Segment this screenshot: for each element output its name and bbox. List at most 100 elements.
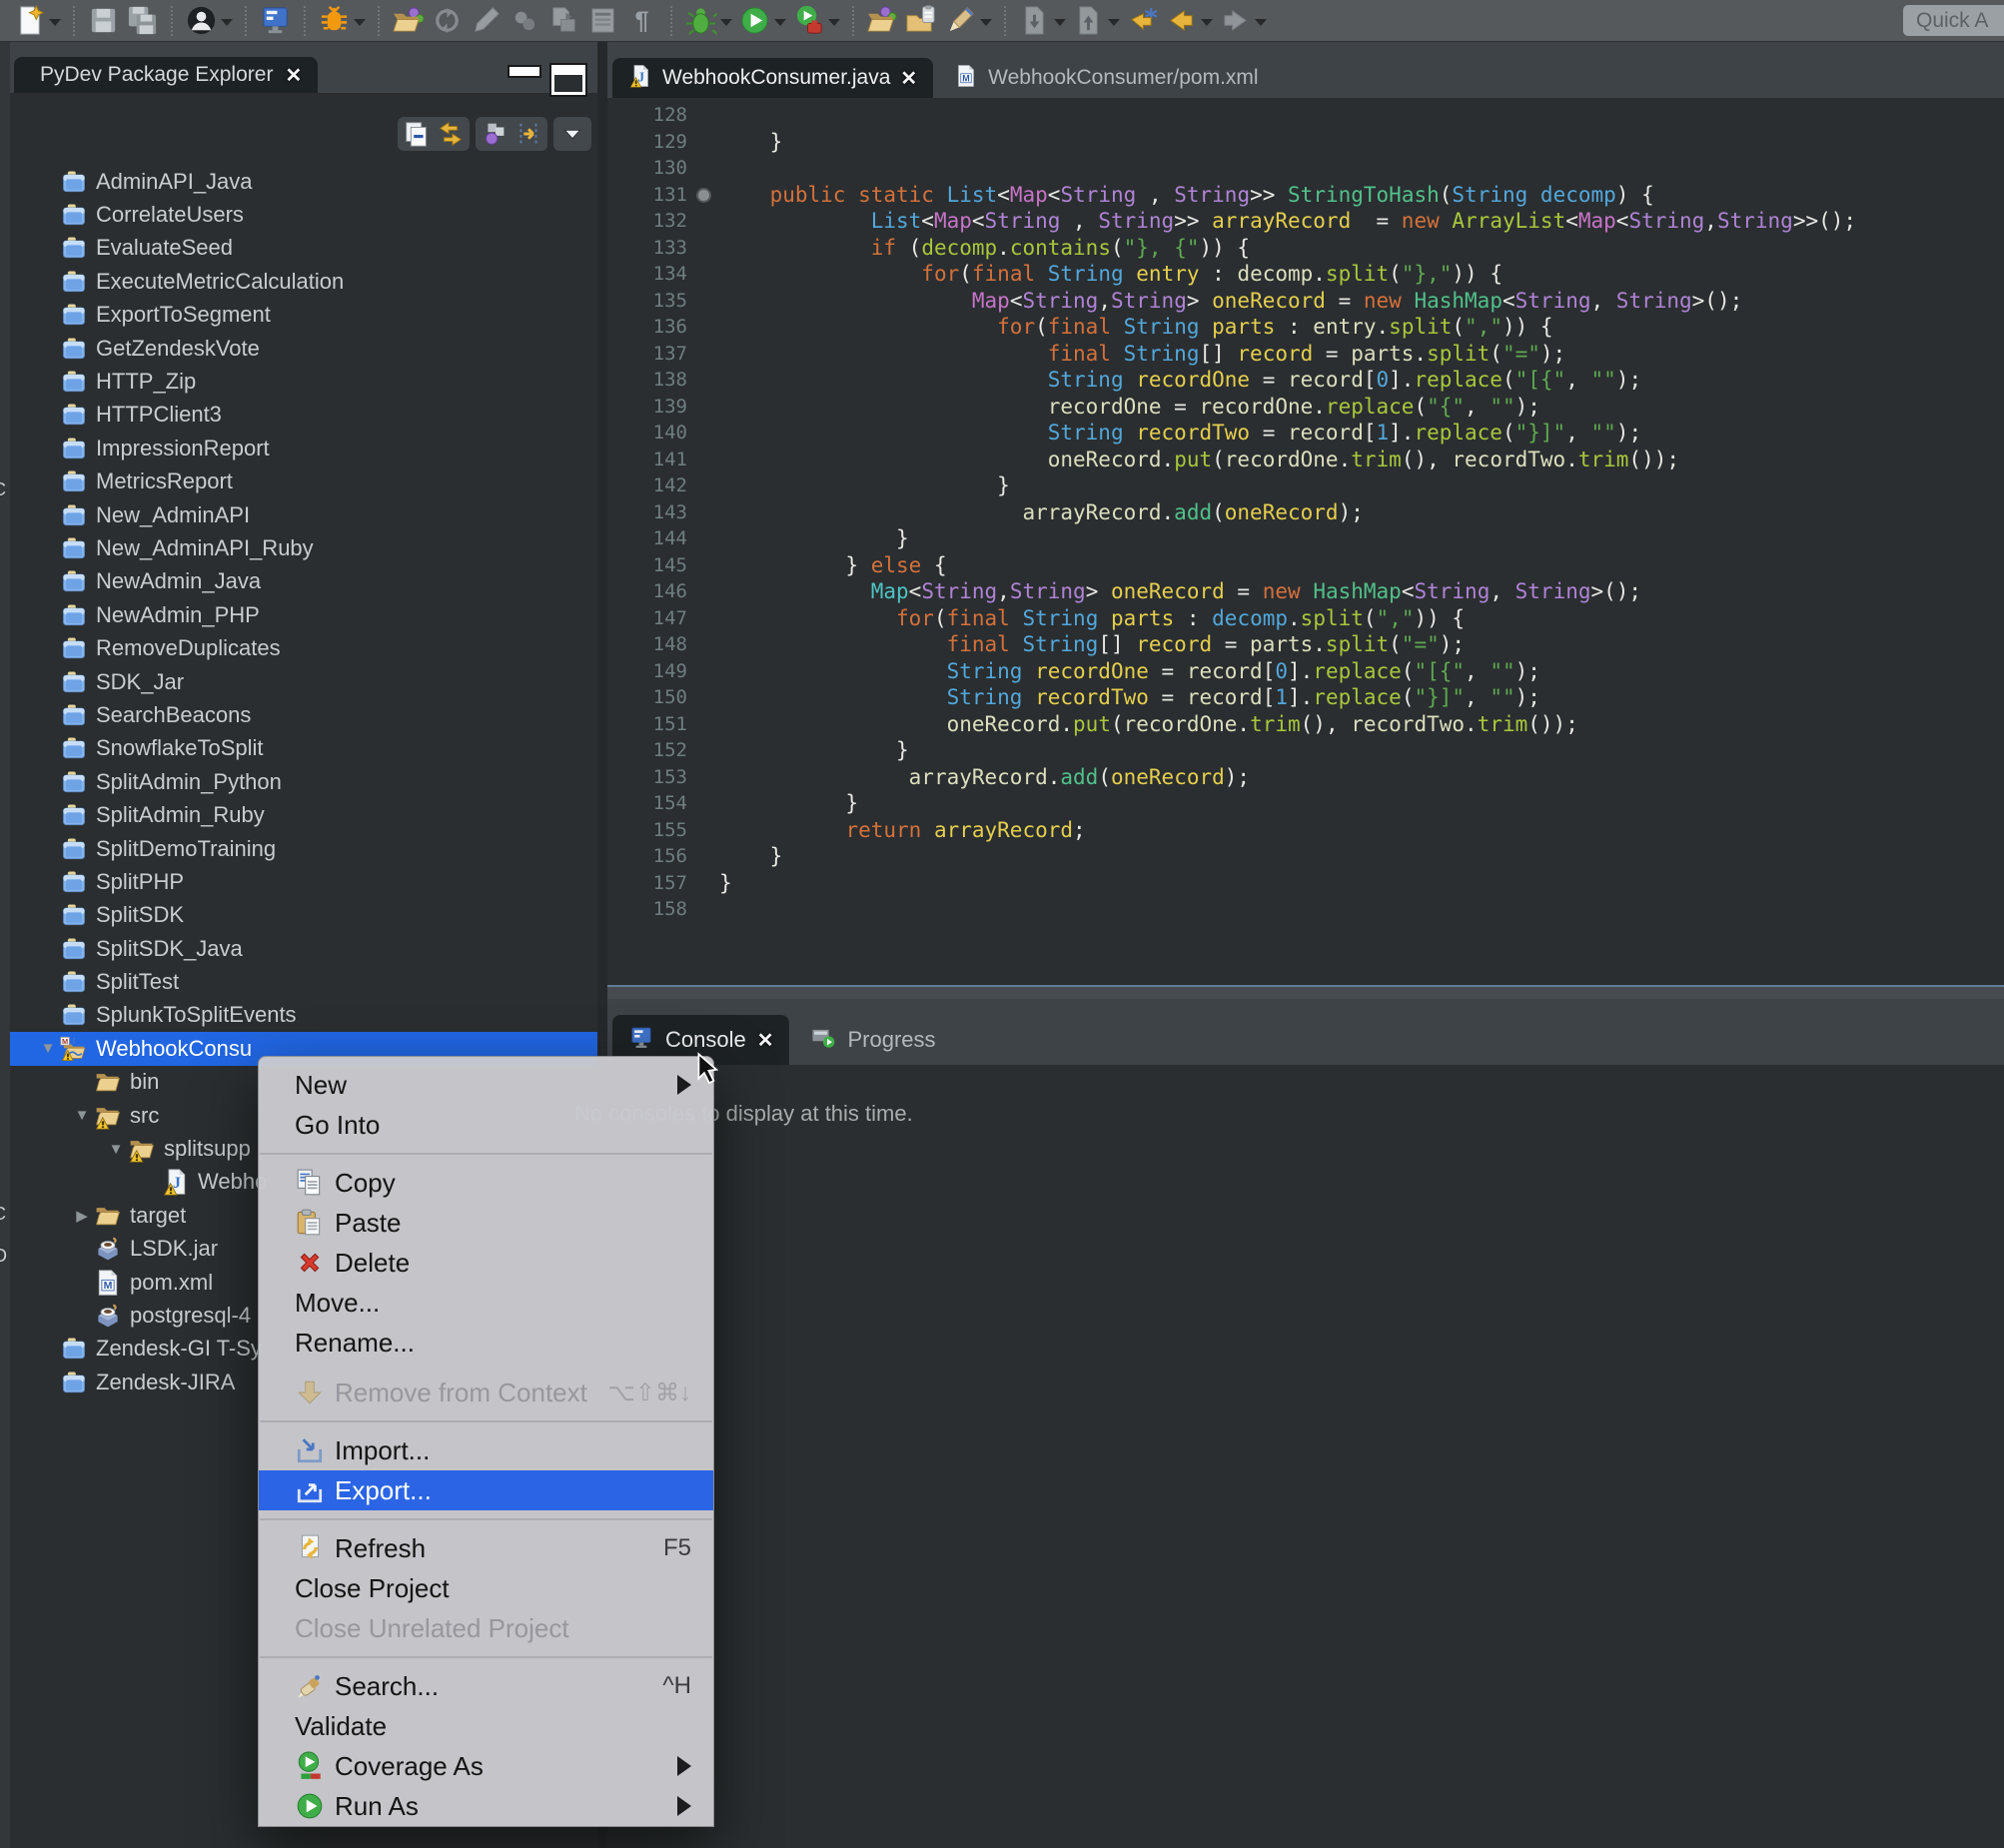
editor-tab-pom[interactable]: MWebhookConsumer/pom.xml (938, 58, 1284, 98)
line-number[interactable]: 131 (607, 182, 693, 209)
line-number[interactable]: 156 (607, 843, 693, 870)
line-number[interactable]: 143 (607, 499, 693, 526)
external-tools-button[interactable] (789, 2, 843, 40)
dropdown-caret-icon[interactable] (774, 19, 786, 26)
tree-item-splitphp[interactable]: SplitPHP (10, 865, 597, 898)
tree-item-removeduplicates[interactable]: RemoveDuplicates (10, 631, 597, 664)
package-explorer-tab[interactable]: PyDev Package Explorer ✕ (14, 57, 318, 93)
editor-tab-java[interactable]: JWebhookConsumer.java✕ (612, 58, 933, 98)
menu-item-search-[interactable]: Search...^H (259, 1666, 713, 1706)
menu-item-run-as[interactable]: Run As (259, 1786, 713, 1826)
run-green-button[interactable] (735, 2, 789, 40)
line-number[interactable]: 140 (607, 420, 693, 447)
tree-item-newadmin-php[interactable]: NewAdmin_PHP (10, 598, 597, 631)
code-editor[interactable]: 128129 }130131 public static List<Map<St… (607, 98, 2004, 985)
tree-item-splitsdk-java[interactable]: SplitSDK_Java (10, 932, 597, 965)
line-number[interactable]: 136 (607, 314, 693, 341)
tree-item-splitdemotraining[interactable]: SplitDemoTraining (10, 832, 597, 865)
menu-item-refresh[interactable]: RefreshF5 (259, 1528, 713, 1568)
tree-item-correlateusers[interactable]: CorrelateUsers (10, 198, 597, 231)
new-wizard-button[interactable] (10, 2, 64, 40)
line-number[interactable]: 142 (607, 472, 693, 499)
dropdown-caret-icon[interactable] (1255, 19, 1267, 26)
close-icon[interactable]: ✕ (757, 1028, 774, 1053)
open-resource-button[interactable] (389, 2, 428, 40)
tree-item-new-adminapi[interactable]: New_AdminAPI (10, 498, 597, 531)
console-tab-progress[interactable]: Progress (794, 1015, 962, 1065)
dropdown-caret-icon[interactable] (980, 19, 992, 26)
dropdown-caret-icon[interactable] (49, 19, 61, 26)
collapse-all-icon[interactable] (402, 119, 432, 149)
back-asterisk-button[interactable] (1123, 2, 1162, 40)
folder-balloons-button[interactable] (863, 2, 902, 40)
line-number[interactable]: 151 (607, 711, 693, 738)
quick-access-box[interactable]: Quick A (1903, 5, 2004, 36)
dropdown-caret-icon[interactable] (1108, 19, 1120, 26)
user-profile-button[interactable] (182, 2, 236, 40)
folder-clipboard-button[interactable] (902, 2, 941, 40)
line-number[interactable]: 141 (607, 447, 693, 473)
menu-item-validate[interactable]: Validate (259, 1706, 713, 1746)
filters-icon[interactable] (480, 119, 509, 149)
menu-item-close-project[interactable]: Close Project (259, 1568, 713, 1608)
line-number[interactable]: 132 (607, 208, 693, 235)
line-number[interactable]: 134 (607, 261, 693, 288)
debug-button[interactable] (681, 2, 735, 40)
line-number[interactable]: 139 (607, 394, 693, 421)
tree-item-splitadmin-ruby[interactable]: SplitAdmin_Ruby (10, 798, 597, 831)
folding-marker-icon[interactable] (696, 188, 711, 203)
tree-item-executemetriccalculation[interactable]: ExecuteMetricCalculation (10, 265, 597, 298)
focus-task-icon[interactable] (513, 119, 543, 149)
console-view-button[interactable] (256, 2, 295, 40)
line-number[interactable]: 138 (607, 367, 693, 394)
menu-item-export-[interactable]: Export... (259, 1470, 713, 1510)
menu-item-copy[interactable]: Copy (259, 1163, 713, 1203)
line-number[interactable]: 133 (607, 235, 693, 262)
line-number[interactable]: 146 (607, 578, 693, 605)
menu-item-coverage-as[interactable]: Coverage As (259, 1746, 713, 1786)
line-number[interactable]: 158 (607, 896, 693, 923)
dropdown-caret-icon[interactable] (720, 19, 732, 26)
marker-pen-button[interactable] (941, 2, 995, 40)
line-number[interactable]: 137 (607, 341, 693, 368)
line-number[interactable]: 157 (607, 870, 693, 897)
line-number[interactable]: 145 (607, 552, 693, 579)
dropdown-caret-icon[interactable] (1201, 19, 1213, 26)
line-number[interactable]: 154 (607, 790, 693, 817)
menu-item-new[interactable]: New (259, 1065, 713, 1105)
close-icon[interactable]: ✕ (285, 63, 302, 88)
tree-item-metricsreport[interactable]: MetricsReport (10, 465, 597, 498)
tree-item-evaluateseed[interactable]: EvaluateSeed (10, 232, 597, 265)
tree-item-sdk-jar[interactable]: SDK_Jar (10, 665, 597, 698)
menu-item-delete[interactable]: Delete (259, 1243, 713, 1283)
line-number[interactable]: 153 (607, 764, 693, 791)
chevron-down-icon[interactable]: ▼ (36, 1040, 60, 1057)
menu-item-rename-[interactable]: Rename... (259, 1323, 713, 1363)
line-number[interactable]: 152 (607, 737, 693, 764)
line-number[interactable]: 144 (607, 525, 693, 552)
line-number[interactable]: 149 (607, 658, 693, 685)
link-with-editor-icon[interactable] (436, 119, 466, 149)
close-icon[interactable]: ✕ (900, 66, 917, 91)
line-number[interactable]: 130 (607, 155, 693, 182)
dropdown-caret-icon[interactable] (221, 19, 233, 26)
tree-item-exporttosegment[interactable]: ExportToSegment (10, 299, 597, 332)
tree-item-http-zip[interactable]: HTTP_Zip (10, 365, 597, 398)
line-number[interactable]: 155 (607, 817, 693, 844)
tree-item-splitsdk[interactable]: SplitSDK (10, 899, 597, 932)
chevron-down-icon[interactable]: ▼ (70, 1107, 94, 1124)
orange-bug-button[interactable] (315, 2, 369, 40)
tree-item-httpclient3[interactable]: HTTPClient3 (10, 399, 597, 432)
dropdown-caret-icon[interactable] (354, 19, 366, 26)
line-number[interactable]: 135 (607, 288, 693, 315)
tree-item-searchbeacons[interactable]: SearchBeacons (10, 698, 597, 731)
line-number[interactable]: 147 (607, 605, 693, 632)
tree-item-splitadmin-python[interactable]: SplitAdmin_Python (10, 765, 597, 798)
tree-item-newadmin-java[interactable]: NewAdmin_Java (10, 565, 597, 598)
back-arrow-button[interactable] (1162, 2, 1216, 40)
chevron-right-icon[interactable]: ▶ (70, 1207, 94, 1225)
menu-item-go-into[interactable]: Go Into (259, 1105, 713, 1145)
tree-item-adminapi-java[interactable]: AdminAPI_Java (10, 165, 597, 198)
menu-item-move-[interactable]: Move... (259, 1283, 713, 1323)
dropdown-caret-icon[interactable] (1054, 19, 1066, 26)
